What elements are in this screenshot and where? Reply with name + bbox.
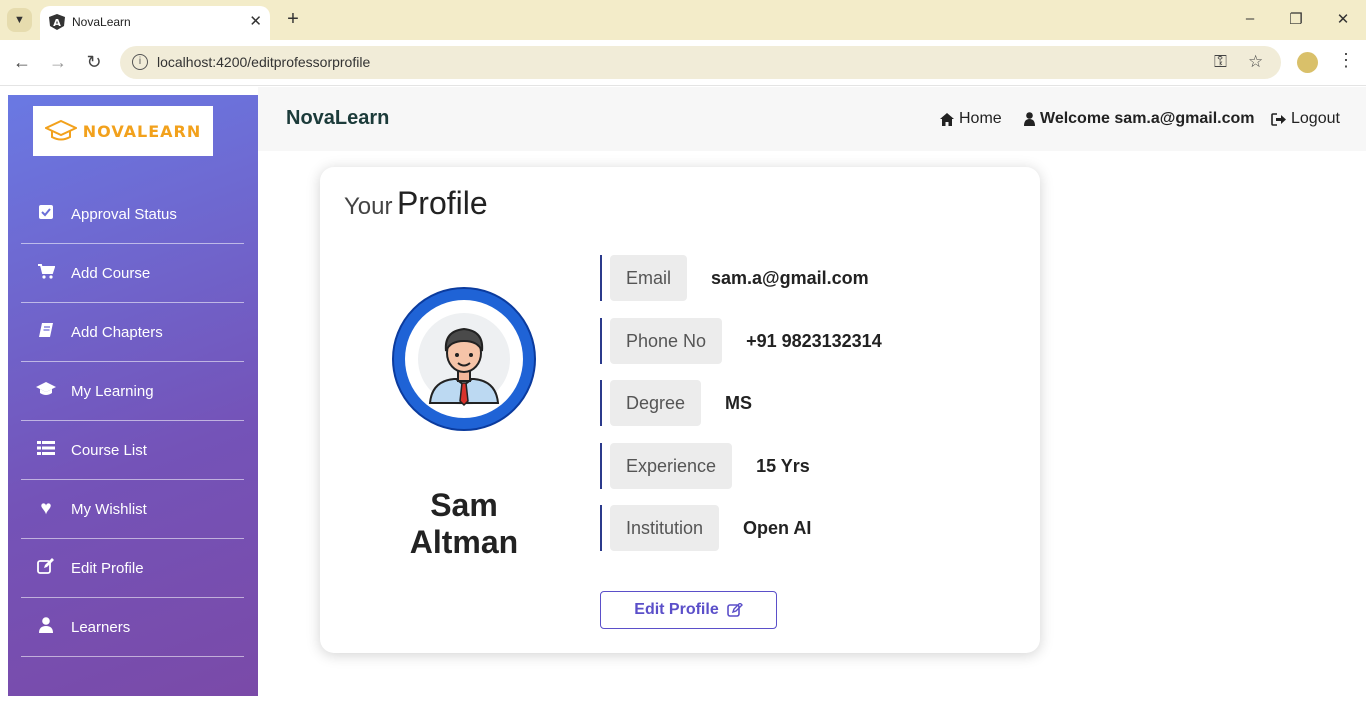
list-icon: [21, 440, 71, 461]
professor-name: Sam Altman: [409, 487, 519, 560]
sidebar-item-label: My Learning: [71, 382, 154, 400]
info-value: MS: [725, 392, 753, 413]
top-navbar: NovaLearn Home Welcome sam.a@gmail.com L…: [258, 87, 1366, 151]
sidebar-item-label: Learners: [71, 618, 131, 636]
browser-menu-icon[interactable]: ⋮: [1337, 50, 1355, 71]
address-bar[interactable]: i localhost:4200/editprofessorprofile ⚿ …: [120, 46, 1281, 79]
sidebar-item-label: Add Chapters: [71, 323, 163, 341]
info-value: sam.a@gmail.com: [711, 267, 869, 288]
minimize-icon[interactable]: –: [1240, 10, 1260, 27]
browser-profile-avatar[interactable]: [1297, 52, 1318, 73]
logo[interactable]: NOVALEARN: [33, 106, 213, 156]
reload-icon[interactable]: ↻: [83, 52, 105, 73]
info-label: Institution: [610, 505, 720, 551]
bookmark-star-icon[interactable]: ☆: [1248, 52, 1263, 72]
nav-home-link[interactable]: Home: [940, 110, 1002, 128]
heart-icon: ♥: [40, 498, 52, 519]
graduation-cap-logo-icon: [44, 119, 77, 141]
page-title-main: Profile: [396, 185, 488, 221]
info-label: Phone No: [610, 318, 723, 364]
sidebar-item-add-chapters[interactable]: Add Chapters: [21, 303, 244, 362]
graduation-cap-icon: [21, 381, 71, 402]
sidebar-item-label: Edit Profile: [71, 559, 144, 577]
edit-icon: [21, 557, 71, 579]
info-label: Email: [610, 255, 688, 301]
user-icon: [1024, 112, 1035, 126]
edit-icon: [726, 603, 743, 617]
edit-profile-label: Edit Profile: [634, 601, 719, 618]
profile-card: Your Profile Sam Altman Email sam.a@gmai…: [320, 167, 1040, 653]
sidebar-item-label: My Wishlist: [71, 500, 147, 518]
avatar: [392, 287, 536, 431]
sidebar-item-label: Approval Status: [71, 205, 177, 223]
tab-close-icon[interactable]: ✕: [249, 12, 262, 30]
page-title-prefix: Your: [344, 193, 393, 220]
tab-search-button[interactable]: ▼: [7, 8, 32, 32]
info-row-experience: Experience 15 Yrs: [600, 443, 810, 489]
page-title: Your Profile: [344, 185, 488, 222]
logout-icon: [1271, 112, 1286, 126]
info-value: +91 9823132314: [746, 330, 882, 351]
brand-title[interactable]: NovaLearn: [286, 107, 389, 130]
nav-home-label: Home: [959, 110, 1002, 127]
edit-profile-button[interactable]: Edit Profile: [600, 591, 777, 629]
user-icon: [21, 616, 71, 638]
sidebar: NOVALEARN Approval Status Add Course Add…: [8, 95, 258, 696]
restore-icon[interactable]: ❐: [1286, 10, 1306, 28]
logo-text: NOVALEARN: [82, 121, 202, 141]
info-row-institution: Institution Open AI: [600, 505, 811, 551]
url-text[interactable]: localhost:4200/editprofessorprofile: [157, 54, 370, 70]
info-row-degree: Degree MS: [600, 380, 752, 426]
sidebar-item-add-course[interactable]: Add Course: [21, 244, 244, 303]
welcome-user: Welcome sam.a@gmail.com: [1024, 110, 1255, 128]
professor-avatar-icon: [418, 313, 510, 407]
new-tab-icon[interactable]: +: [283, 8, 303, 31]
home-icon: [940, 112, 954, 126]
sidebar-item-approval-status[interactable]: Approval Status: [21, 185, 244, 244]
info-row-email: Email sam.a@gmail.com: [600, 255, 869, 301]
forward-icon[interactable]: →: [47, 52, 69, 73]
angular-favicon-icon: A: [49, 14, 65, 30]
sidebar-item-course-list[interactable]: Course List: [21, 421, 244, 480]
sidebar-item-learners[interactable]: Learners: [21, 598, 244, 657]
site-info-icon[interactable]: i: [132, 54, 148, 70]
sidebar-item-edit-profile[interactable]: Edit Profile: [21, 539, 244, 598]
password-key-icon[interactable]: ⚿: [1214, 52, 1227, 72]
info-label: Degree: [610, 380, 702, 426]
welcome-label: Welcome sam.a@gmail.com: [1040, 110, 1255, 127]
browser-tabbar: ▼ A NovaLearn ✕ + – ❐ ✕: [0, 0, 1366, 40]
info-value: 15 Yrs: [756, 455, 810, 476]
sidebar-item-my-learning[interactable]: My Learning: [21, 362, 244, 421]
cart-icon: [21, 263, 71, 284]
browser-toolbar: ← → ↻ i localhost:4200/editprofessorprof…: [0, 40, 1366, 86]
info-row-phone: Phone No +91 9823132314: [600, 318, 882, 364]
tab-title: NovaLearn: [72, 15, 131, 29]
sidebar-item-my-wishlist[interactable]: ♥ My Wishlist: [21, 480, 244, 539]
nav-logout-link[interactable]: Logout: [1271, 110, 1340, 128]
sidebar-item-label: Add Course: [71, 264, 151, 282]
sidebar-item-label: Course List: [71, 441, 147, 459]
nav-logout-label: Logout: [1291, 110, 1340, 127]
window-close-icon[interactable]: ✕: [1333, 10, 1353, 28]
book-icon: [21, 322, 71, 343]
info-value: Open AI: [743, 517, 812, 538]
svg-text:A: A: [53, 18, 61, 29]
back-icon[interactable]: ←: [11, 52, 33, 73]
check-square-icon: [21, 204, 71, 225]
info-label: Experience: [610, 443, 733, 489]
browser-tab[interactable]: A NovaLearn ✕: [40, 6, 270, 40]
